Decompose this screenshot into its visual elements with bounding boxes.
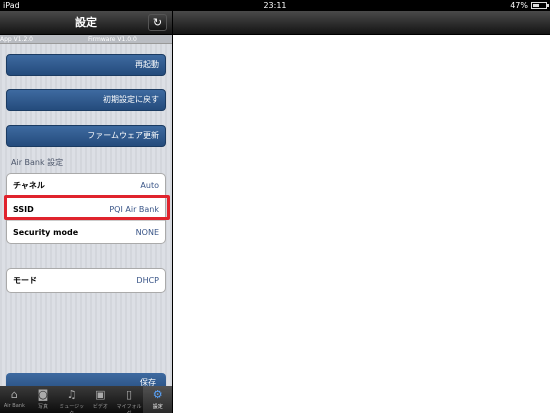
tab-video[interactable]: ▣ ビデオ <box>86 386 115 413</box>
tab-label: 写真 <box>38 404 49 410</box>
security-value: NONE <box>135 228 159 237</box>
refresh-button[interactable]: ↻ <box>148 14 167 31</box>
network-settings-group: モード DHCP <box>6 268 166 293</box>
page-title: 設定 <box>75 16 97 29</box>
airbank-icon: ⌂ <box>10 388 18 401</box>
channel-label: チャネル <box>13 181 45 190</box>
factory-reset-button[interactable]: 初期設定に戻す <box>6 89 166 111</box>
ssid-value: PQI Air Bank <box>109 205 159 214</box>
detail-pane <box>173 35 550 413</box>
app-version: App V1.2.0 <box>0 36 33 43</box>
status-bar: iPad 23:11 47% <box>0 0 550 11</box>
setting-row-ssid[interactable]: SSID PQI Air Bank <box>7 197 165 220</box>
tab-label: Air Bank <box>3 403 25 409</box>
section-header-airbank: Air Bank 設定 <box>11 158 64 167</box>
gear-icon: ⚙ <box>152 388 163 401</box>
ssid-label: SSID <box>13 205 34 214</box>
video-icon: ▣ <box>95 388 106 401</box>
airbank-settings-group: チャネル Auto SSID PQI Air Bank Security mod… <box>6 173 166 244</box>
security-label: Security mode <box>13 228 79 237</box>
settings-pane: 設定 ↻ App V1.2.0 Firmware V1.0.0 再起動 初期設定… <box>0 11 172 413</box>
channel-value: Auto <box>140 181 159 190</box>
refresh-icon: ↻ <box>152 16 163 29</box>
tab-settings[interactable]: ⚙ 設定 <box>143 386 173 413</box>
tab-bar: ⌂ Air Bank ◙ 写真 ♫ ミュージック ▣ ビデオ ▯ マイフォルダ … <box>0 386 173 413</box>
tab-label: ミュージック <box>59 404 85 413</box>
folder-icon: ▯ <box>125 388 133 401</box>
version-bar: App V1.2.0 Firmware V1.0.0 <box>0 35 172 44</box>
tab-label: マイフォルダ <box>116 404 142 413</box>
battery-icon <box>531 2 549 9</box>
settings-navbar: 設定 ↻ <box>0 11 172 35</box>
mode-value: DHCP <box>136 276 159 285</box>
battery-indicator: 47% <box>510 0 549 11</box>
tab-music[interactable]: ♫ ミュージック <box>57 386 86 413</box>
music-icon: ♫ <box>66 388 77 401</box>
battery-percent: 47% <box>510 1 528 10</box>
status-time: 23:11 <box>263 1 287 10</box>
setting-row-channel[interactable]: チャネル Auto <box>7 174 165 197</box>
tab-airbank[interactable]: ⌂ Air Bank <box>0 386 29 413</box>
firmware-update-button[interactable]: ファームウェア更新 <box>6 125 166 147</box>
tab-photos[interactable]: ◙ 写真 <box>29 386 58 413</box>
firmware-version: Firmware V1.0.0 <box>88 36 137 43</box>
tab-label: 設定 <box>152 404 163 410</box>
reboot-button[interactable]: 再起動 <box>6 54 166 76</box>
detail-navbar <box>173 11 550 35</box>
setting-row-mode[interactable]: モード DHCP <box>7 269 165 292</box>
mode-label: モード <box>13 276 37 285</box>
tab-my-folder[interactable]: ▯ マイフォルダ <box>115 386 144 413</box>
camera-icon: ◙ <box>37 388 49 401</box>
setting-row-security[interactable]: Security mode NONE <box>7 220 165 243</box>
tab-label: ビデオ <box>92 404 108 410</box>
